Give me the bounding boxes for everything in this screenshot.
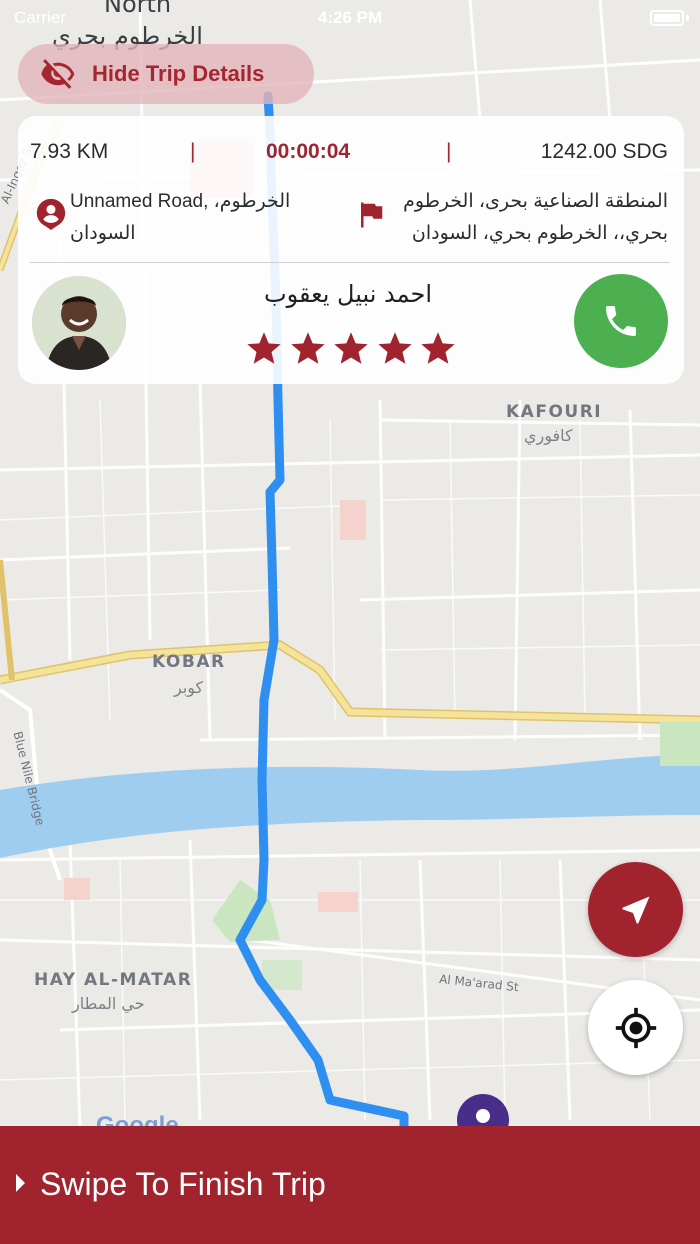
swipe-to-finish-label: Swipe To Finish Trip	[40, 1166, 326, 1202]
map-label-hay-al-matar: HAY AL-MATAR	[34, 970, 193, 990]
navigation-arrow-icon	[622, 896, 649, 923]
pickup-person-pin-icon	[36, 198, 66, 230]
pickup-address: Unnamed Road, الخرطوم، السودان	[70, 191, 291, 244]
map-label-kafouri: KAFOURI	[506, 402, 603, 422]
trip-details-card: 7.93 KM | 00:00:04 | 1242.00 SDG Unnamed…	[18, 116, 684, 384]
map-label-kobar: KOBAR	[152, 652, 226, 672]
card-divider	[30, 262, 670, 263]
star-icon	[334, 332, 368, 364]
trip-distance: 7.93 KM	[30, 140, 109, 163]
status-bar: Carrier 4:26 PM	[0, 0, 700, 40]
star-icon	[290, 332, 325, 364]
map-label-kobar-ar: كوبر	[174, 678, 204, 697]
driver-name: احمد نبيل يعقوب	[264, 280, 432, 308]
swipe-to-finish-slider[interactable]: Swipe To Finish Trip	[0, 1126, 700, 1244]
driver-rating	[246, 330, 456, 370]
trip-timer: 00:00:04	[266, 140, 351, 163]
star-icon	[377, 332, 412, 364]
dropoff-flag-icon	[361, 202, 383, 228]
driver-avatar	[32, 276, 126, 370]
battery-icon	[650, 10, 684, 26]
crosshair-location-icon	[615, 1007, 656, 1048]
trip-fare: 1242.00 SDG	[540, 140, 668, 163]
dropoff-address: المنطقة الصناعية بحرى، الخرطوم بحري،، ال…	[403, 191, 668, 244]
eye-off-icon	[41, 59, 75, 89]
map-label-hay-al-matar-ar: حي المطار	[72, 994, 145, 1013]
stats-separator: |	[446, 140, 452, 163]
status-time: 4:26 PM	[317, 8, 383, 27]
address-row: Unnamed Road, الخرطوم، السودان المنطقة ا…	[18, 182, 684, 262]
star-icon	[421, 332, 455, 364]
my-location-button[interactable]	[588, 980, 683, 1075]
navigate-button[interactable]	[588, 862, 683, 957]
driver-row: احمد نبيل يعقوب	[18, 268, 684, 382]
star-icon	[247, 332, 281, 364]
swipe-arrow-icon	[16, 1174, 25, 1192]
trip-stats: 7.93 KM | 00:00:04 | 1242.00 SDG	[18, 126, 684, 178]
map-label-kafouri-ar: كافوري	[524, 426, 573, 445]
phone-icon	[606, 306, 636, 336]
stats-separator: |	[190, 140, 196, 163]
hide-trip-details-label: Hide Trip Details	[92, 61, 265, 86]
battery-tip-icon	[686, 15, 689, 21]
call-driver-button[interactable]	[574, 274, 668, 368]
hide-trip-details-button[interactable]: Hide Trip Details	[18, 44, 314, 104]
